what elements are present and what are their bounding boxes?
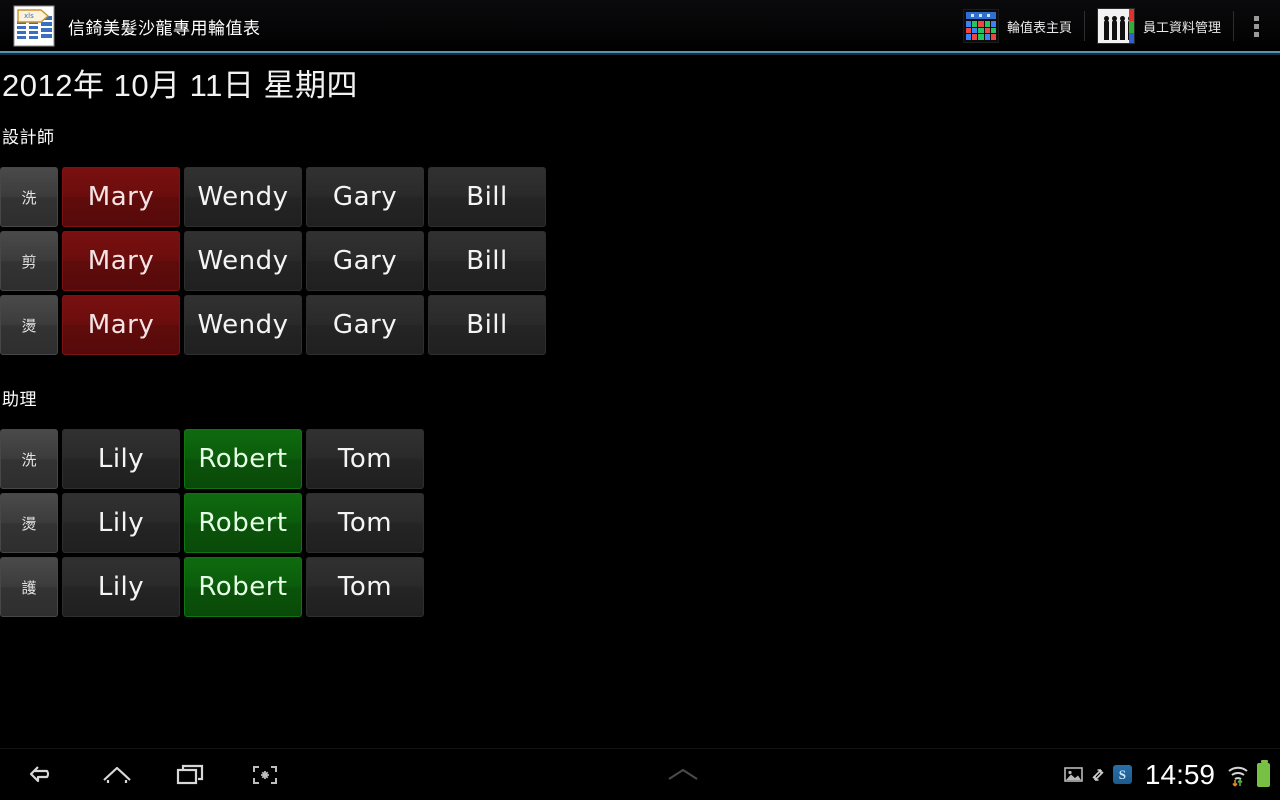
action-schedule-home[interactable]: 輪值表主頁: [953, 3, 1082, 49]
recent-apps-button[interactable]: [154, 749, 228, 800]
staff-cell[interactable]: Lily: [62, 493, 180, 553]
section-label-assistant: 助理: [2, 390, 37, 409]
row-service-label[interactable]: 護: [0, 557, 58, 617]
clock: 14:59: [1144, 758, 1215, 790]
spreadsheet-app-icon: xls: [13, 5, 55, 47]
sync-icon: [1090, 766, 1106, 784]
action-staff-management-label: 員工資料管理: [1142, 19, 1221, 35]
overflow-menu-icon[interactable]: [1236, 3, 1276, 49]
home-button[interactable]: [80, 749, 154, 800]
nav-buttons-group: [6, 749, 302, 800]
row-service-label[interactable]: 燙: [0, 493, 58, 553]
action-bar-divider: [1083, 11, 1085, 41]
staff-cell[interactable]: Lily: [62, 429, 180, 489]
staff-cell[interactable]: Bill: [428, 295, 546, 355]
staff-cell[interactable]: Wendy: [184, 167, 302, 227]
schedule-content: 2012年 10月 11日 星期四 設計師 洗 Mary Wendy Gary Bill…: [0, 55, 1280, 745]
staff-cell[interactable]: Gary: [306, 295, 424, 355]
staff-cell[interactable]: Tom: [306, 557, 424, 617]
wifi-icon: [1226, 763, 1250, 787]
recent-apps-icon: [176, 764, 204, 784]
staff-cell[interactable]: Wendy: [184, 231, 302, 291]
staff-cell[interactable]: Mary: [62, 231, 180, 291]
image-icon: [1064, 766, 1083, 783]
calendar-grid-icon: [962, 9, 999, 43]
staff-cell[interactable]: Robert: [184, 493, 302, 553]
action-bar-divider-2: [1233, 11, 1234, 41]
schedule-row: 護 Lily Robert Tom: [0, 557, 428, 617]
staff-cell[interactable]: Bill: [428, 167, 546, 227]
system-navigation-bar: S 14:59: [0, 748, 1280, 800]
designer-schedule-grid: 洗 Mary Wendy Gary Bill 剪 Mary Wendy Gary Bill 燙 Mar…: [0, 167, 550, 359]
staff-cell[interactable]: Lily: [62, 557, 180, 617]
staff-cell[interactable]: Gary: [306, 167, 424, 227]
row-service-label[interactable]: 燙: [0, 295, 58, 355]
back-button[interactable]: [6, 749, 80, 800]
app-title: 信錡美髮沙龍專用輪值表: [68, 18, 261, 38]
schedule-row: 燙 Lily Robert Tom: [0, 493, 428, 553]
staff-cell[interactable]: Tom: [306, 493, 424, 553]
home-icon: [103, 766, 131, 783]
nav-center-handle[interactable]: [302, 765, 1064, 785]
row-service-label[interactable]: 洗: [0, 429, 58, 489]
svg-text:xls: xls: [24, 12, 34, 20]
row-service-label[interactable]: 剪: [0, 231, 58, 291]
staff-people-icon: [1096, 8, 1135, 44]
s-app-badge-icon: S: [1112, 765, 1132, 784]
action-staff-management[interactable]: 員工資料管理: [1087, 3, 1231, 49]
screenshot-button[interactable]: [228, 749, 302, 800]
schedule-row: 洗 Mary Wendy Gary Bill: [0, 167, 550, 227]
back-icon: [29, 765, 50, 782]
staff-cell[interactable]: Tom: [306, 429, 424, 489]
section-label-designer: 設計師: [2, 128, 55, 147]
status-tray[interactable]: S 14:59: [1064, 759, 1270, 791]
staff-cell[interactable]: Mary: [62, 295, 180, 355]
row-service-label[interactable]: 洗: [0, 167, 58, 227]
schedule-row: 燙 Mary Wendy Gary Bill: [0, 295, 550, 355]
battery-icon: [1257, 759, 1270, 787]
action-schedule-home-label: 輪值表主頁: [1006, 19, 1072, 35]
schedule-row: 剪 Mary Wendy Gary Bill: [0, 231, 550, 291]
staff-cell[interactable]: Robert: [184, 429, 302, 489]
screenshot-icon: [253, 765, 277, 784]
staff-cell[interactable]: Wendy: [184, 295, 302, 355]
action-bar: xls 信錡美髮沙龍專用輪值表 輪值表主頁 員工資料管理: [0, 0, 1280, 52]
android-tablet-screen: xls 信錡美髮沙龍專用輪值表 輪值表主頁 員工資料管理 2012年 10月 1…: [0, 0, 1280, 800]
app-icon[interactable]: xls: [10, 4, 58, 48]
page-title: 2012年 10月 11日 星期四: [2, 68, 358, 103]
staff-cell[interactable]: Robert: [184, 557, 302, 617]
staff-cell[interactable]: Bill: [428, 231, 546, 291]
assistant-schedule-grid: 洗 Lily Robert Tom 燙 Lily Robert Tom 護 Lily Robert T…: [0, 429, 428, 621]
schedule-row: 洗 Lily Robert Tom: [0, 429, 428, 489]
chevron-up-icon: [668, 768, 698, 780]
staff-cell[interactable]: Mary: [62, 167, 180, 227]
staff-cell[interactable]: Gary: [306, 231, 424, 291]
